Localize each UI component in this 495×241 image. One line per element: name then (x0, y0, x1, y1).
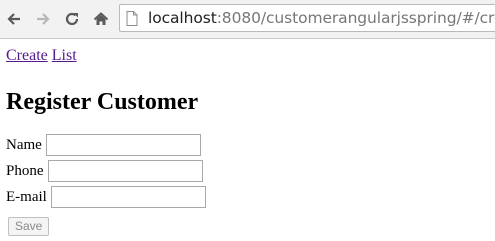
name-input[interactable] (45, 134, 201, 156)
reload-icon (65, 12, 79, 26)
list-link[interactable]: List (52, 47, 77, 64)
home-button[interactable] (91, 9, 111, 29)
document-icon (126, 11, 138, 31)
customer-form: Name Phone E-mail Save (6, 132, 206, 239)
name-row: Name (6, 132, 206, 158)
phone-label: Phone (6, 162, 44, 179)
address-bar[interactable]: localhost:8080/customerangularjsspring/#… (119, 4, 495, 32)
arrow-right-icon (37, 13, 50, 25)
email-label: E-mail (6, 188, 47, 205)
page-title: Register Customer (6, 89, 199, 115)
phone-row: Phone (6, 158, 206, 184)
page-content: Create List Register Customer Name Phone… (6, 46, 206, 239)
home-icon (93, 12, 109, 25)
save-row: Save (6, 213, 206, 239)
name-label: Name (6, 136, 42, 153)
forward-button[interactable] (33, 9, 53, 29)
browser-toolbar: localhost:8080/customerangularjsspring/#… (0, 0, 495, 39)
url-host: localhost (148, 9, 217, 27)
email-row: E-mail (6, 184, 206, 210)
url-path: :8080/customerangularjsspring/#/create (216, 9, 495, 27)
reload-button[interactable] (62, 9, 82, 29)
phone-input[interactable] (47, 160, 203, 182)
email-input[interactable] (50, 186, 206, 208)
arrow-left-icon (7, 13, 20, 25)
back-button[interactable] (4, 9, 24, 29)
nav-links: Create List (6, 46, 206, 66)
create-link[interactable]: Create (6, 47, 48, 64)
url-text: localhost:8080/customerangularjsspring/#… (148, 8, 495, 28)
save-button[interactable]: Save (8, 216, 50, 236)
